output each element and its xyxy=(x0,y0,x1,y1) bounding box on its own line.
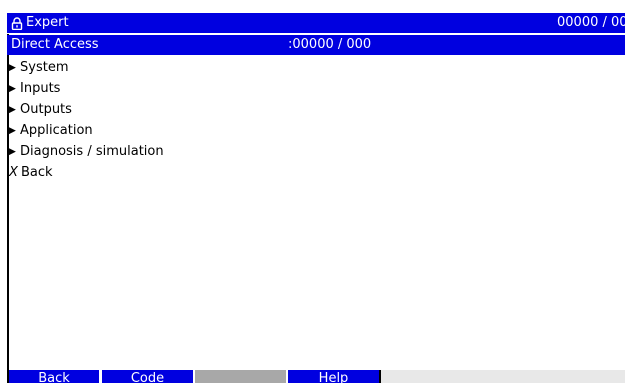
padlock-icon xyxy=(11,17,23,30)
page-title: Expert xyxy=(26,15,69,30)
title-code: 00000 / 000 xyxy=(557,15,625,30)
direct-access-row[interactable]: Direct Access :00000 / 000 xyxy=(7,35,625,55)
triangle-right-icon: ▶ xyxy=(9,105,16,115)
triangle-right-icon: ▶ xyxy=(9,147,16,157)
softkey-spare-area xyxy=(379,370,625,383)
triangle-right-icon: ▶ xyxy=(9,126,16,136)
menu-item-label: Application xyxy=(20,123,93,138)
direct-access-label: Direct Access xyxy=(11,37,99,52)
title-bar: Expert 00000 / 000 xyxy=(7,13,625,34)
direct-access-value: :00000 / 000 xyxy=(288,37,372,52)
cross-icon: X xyxy=(9,165,18,180)
menu-item-label: Inputs xyxy=(20,81,61,96)
menu-item-application[interactable]: ▶ Application xyxy=(9,121,409,141)
softkey-bar: Back Code Help xyxy=(9,370,625,383)
menu-item-system[interactable]: ▶ System xyxy=(9,58,409,78)
menu-item-label: Back xyxy=(21,165,53,180)
menu-item-label: System xyxy=(20,60,69,75)
menu-item-inputs[interactable]: ▶ Inputs xyxy=(9,79,409,99)
triangle-right-icon: ▶ xyxy=(9,84,16,94)
softkey-empty xyxy=(195,370,286,383)
softkey-help[interactable]: Help xyxy=(288,370,379,383)
softkey-back[interactable]: Back xyxy=(9,370,99,383)
triangle-right-icon: ▶ xyxy=(9,63,16,73)
menu-item-back[interactable]: X Back xyxy=(9,163,409,183)
menu-item-label: Diagnosis / simulation xyxy=(20,144,164,159)
menu-item-diagnosis-simulation[interactable]: ▶ Diagnosis / simulation xyxy=(9,142,409,162)
menu-item-outputs[interactable]: ▶ Outputs xyxy=(9,100,409,120)
menu-item-label: Outputs xyxy=(20,102,72,117)
device-screen: Expert 00000 / 000 Direct Access :00000 … xyxy=(7,13,625,383)
softkey-code[interactable]: Code xyxy=(102,370,193,383)
